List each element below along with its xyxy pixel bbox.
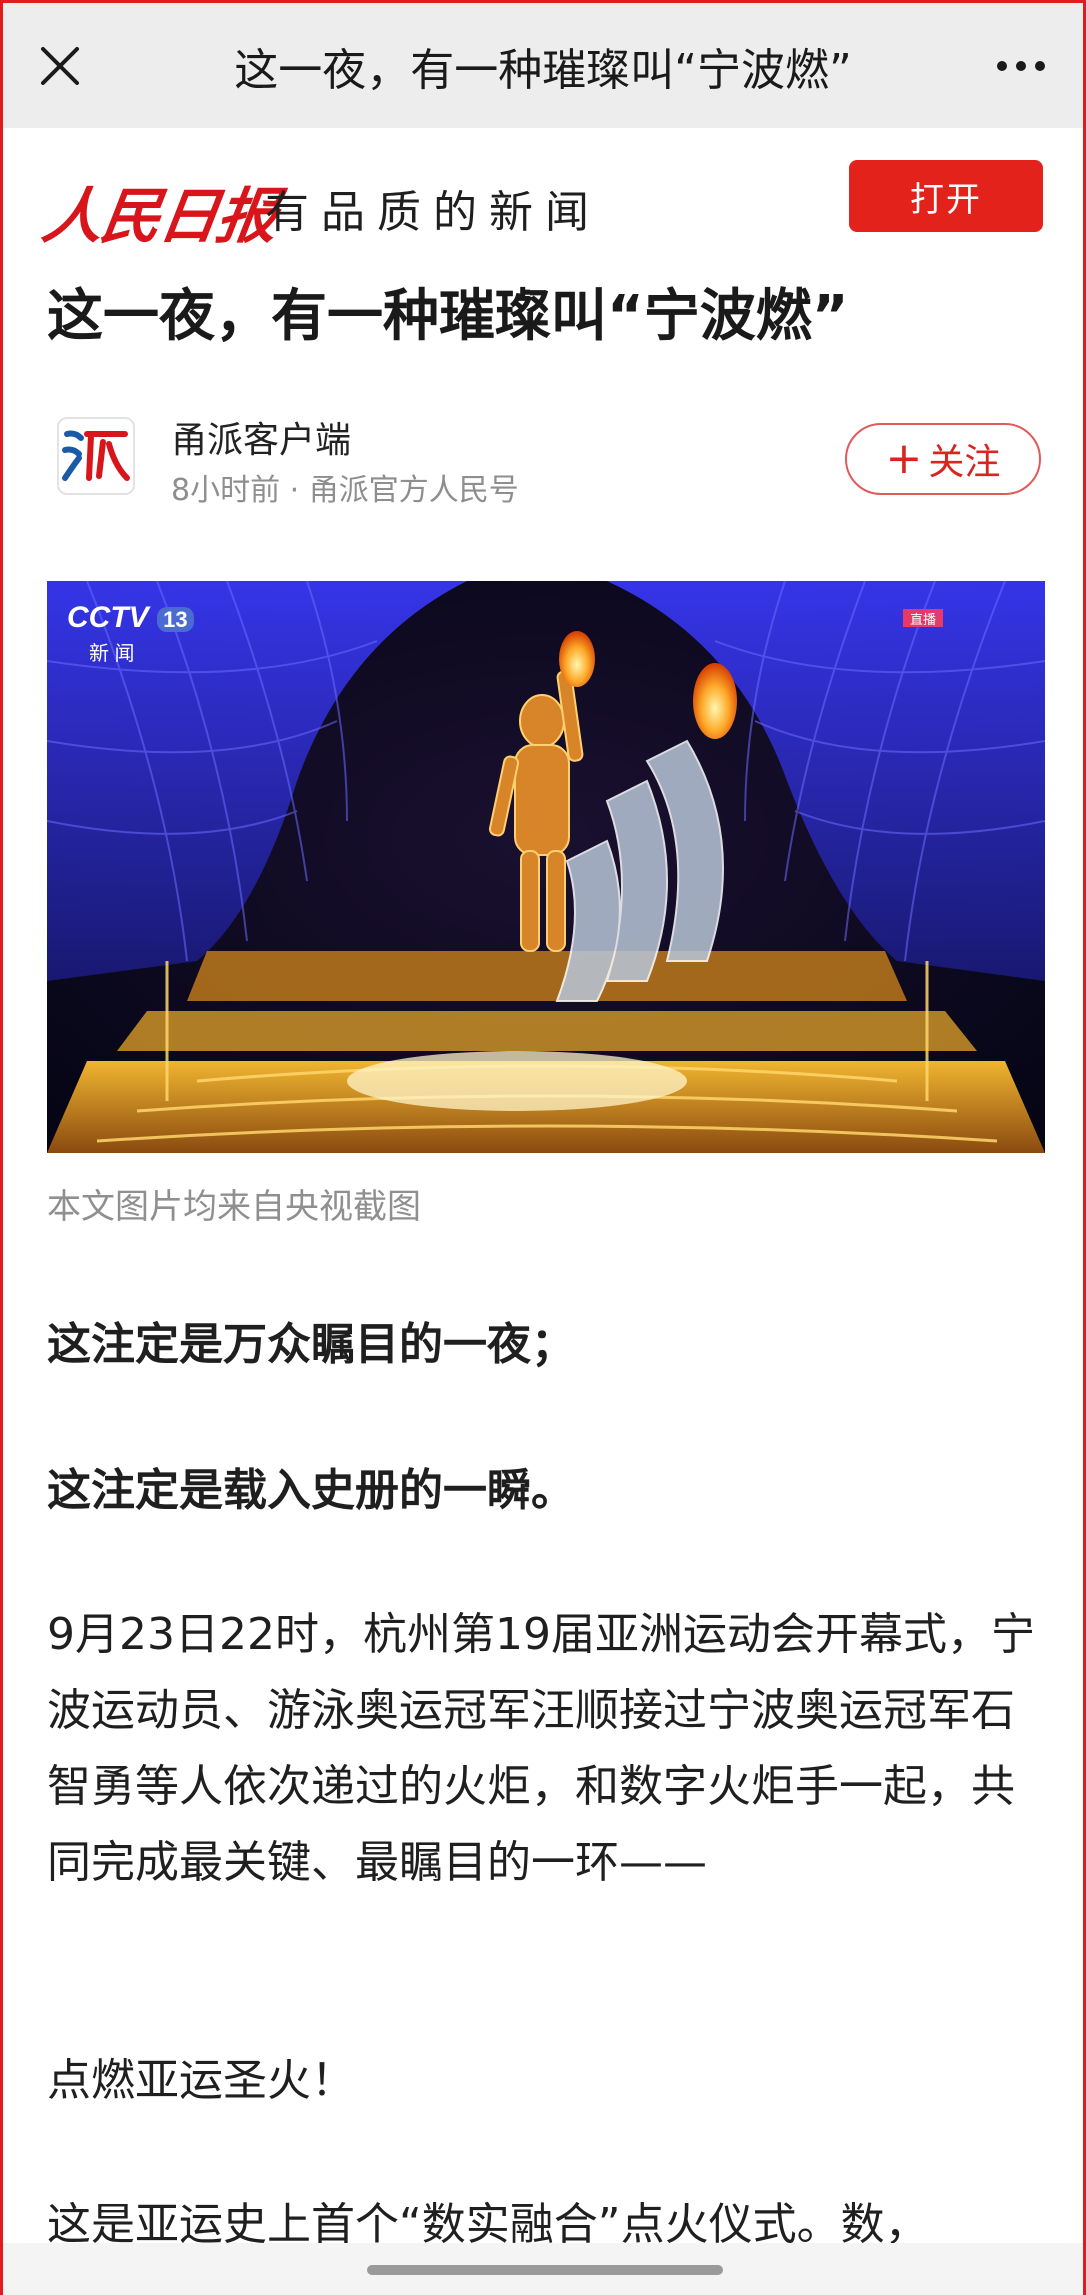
open-app-button[interactable]: 打开: [849, 160, 1043, 232]
avatar[interactable]: [57, 417, 135, 495]
author-row: 甬派客户端 8小时前 · 甬派官方人民号 + 关注: [3, 403, 1083, 513]
paragraph-1: 这注定是万众瞩目的一夜；: [47, 1319, 575, 1370]
brand-logo: 人民日报: [38, 182, 280, 252]
channel-sub: 新 闻: [89, 643, 135, 665]
brand-header: 人民日报 有品质的新闻 打开: [3, 128, 1083, 263]
close-icon[interactable]: [35, 41, 85, 91]
author-name[interactable]: 甬派客户端: [171, 411, 351, 463]
article-image[interactable]: CCTV 13 新 闻 直播: [47, 581, 1045, 1153]
follow-label: 关注: [928, 442, 1001, 483]
top-nav-bar: 这一夜，有一种璀璨叫“宁波燃”: [3, 3, 1083, 128]
follow-button[interactable]: + 关注: [845, 423, 1041, 495]
more-icon[interactable]: [991, 41, 1051, 91]
home-indicator[interactable]: [367, 2265, 723, 2275]
plus-icon: +: [885, 433, 923, 484]
channel-number: 13: [157, 607, 194, 632]
paragraph-4: 点燃亚运圣火！: [47, 2055, 355, 2106]
article-title: 这一夜，有一种璀璨叫“宁波燃”: [47, 284, 849, 349]
brand-slogan: 有品质的新闻: [265, 187, 601, 238]
paragraph-2: 这注定是载入史册的一瞬。: [47, 1465, 575, 1516]
paragraph-3: 9月23日22时，杭州第19届亚洲运动会开幕式，宁波运动员、游泳奥运冠军汪顺接过…: [47, 1609, 1035, 1888]
channel-logo: CCTV: [67, 601, 149, 634]
cctv-logo: CCTV 13 新 闻: [67, 601, 194, 666]
page-title: 这一夜，有一种璀璨叫“宁波燃”: [234, 44, 852, 96]
live-badge: 直播: [903, 609, 943, 627]
author-meta: 8小时前 · 甬派官方人民号: [171, 473, 519, 508]
image-caption: 本文图片均来自央视截图: [47, 1187, 421, 1227]
